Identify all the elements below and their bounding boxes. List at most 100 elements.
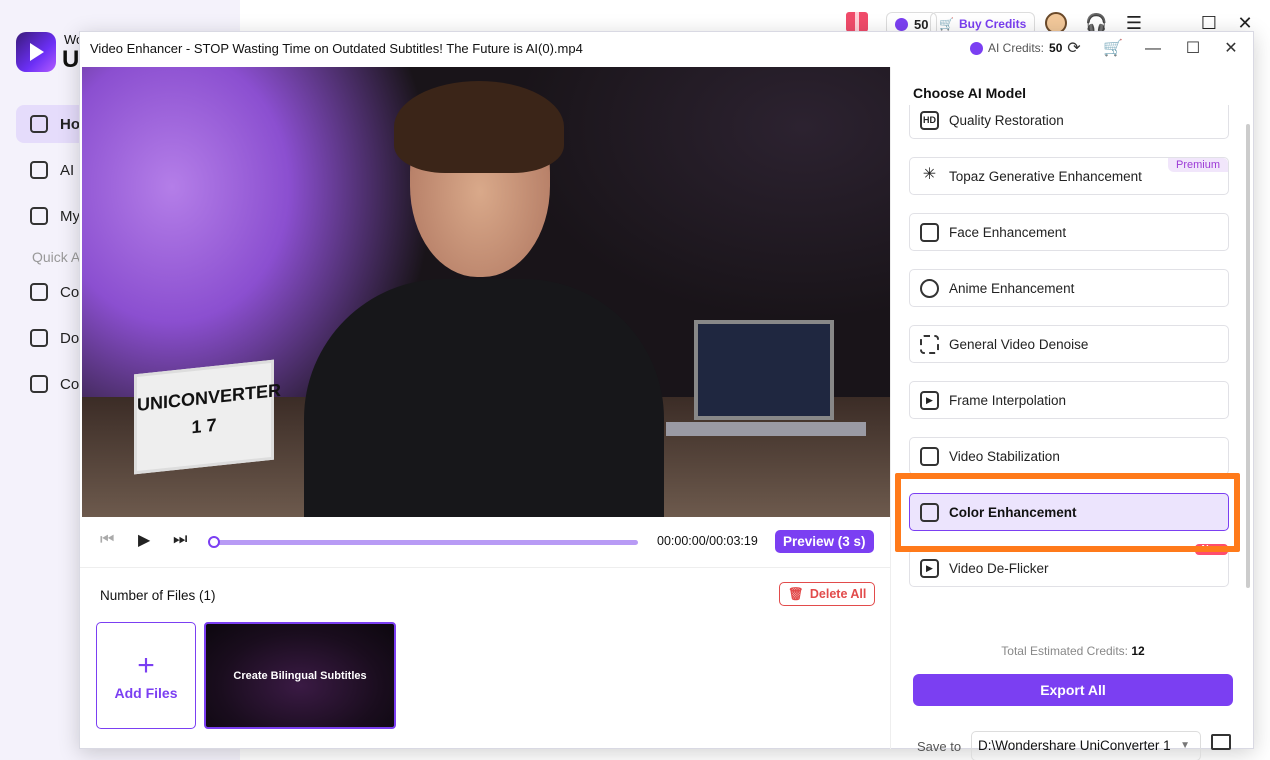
model-anime-enhancement[interactable]: Anime Enhancement <box>909 269 1229 307</box>
model-video-stabilization[interactable]: Video Stabilization <box>909 437 1229 475</box>
model-list: HD Quality Restoration ✳ Topaz Generativ… <box>909 105 1229 587</box>
progress-handle[interactable] <box>208 536 220 548</box>
sparkle-icon: ✳ <box>922 165 937 183</box>
add-files-button[interactable]: + Add Files <box>96 622 196 729</box>
sidebar-item-label: My <box>60 207 80 225</box>
export-all-button[interactable]: Export All <box>913 674 1233 706</box>
minimize-icon[interactable]: — <box>1142 38 1164 60</box>
hd-icon: HD <box>920 110 939 130</box>
estimated-credits: Total Estimated Credits: 12 <box>891 644 1255 658</box>
thumbnail-caption: Create Bilingual Subtitles <box>233 669 367 682</box>
timecode: 00:00:00/00:03:19 <box>657 534 758 548</box>
trash-icon: 🗑 <box>788 586 804 601</box>
sidebar-item-label: Co <box>60 283 80 301</box>
sidebar-item-label: Ho <box>60 115 80 133</box>
ai-credits: AI Credits: 50 <box>970 41 1062 55</box>
sidebar-item-ai-tools[interactable]: AI <box>16 151 80 189</box>
model-label: Topaz Generative Enhancement <box>949 168 1142 184</box>
model-label: Color Enhancement <box>949 504 1077 520</box>
video-enhancer-dialog: Video Enhancer - STOP Wasting Time on Ou… <box>79 31 1255 760</box>
new-badge: New <box>1195 544 1228 555</box>
estimated-credits-value: 12 <box>1131 644 1145 658</box>
add-files-label: Add Files <box>114 684 178 701</box>
ai-model-panel: Choose AI Model HD Quality Restoration ✳… <box>890 67 1255 760</box>
model-color-enhancement[interactable]: Color Enhancement <box>909 493 1229 531</box>
credit-coin-icon <box>970 41 983 55</box>
cart-icon[interactable]: 🛒 <box>1102 38 1124 60</box>
model-label: Video Stabilization <box>949 448 1060 464</box>
file-thumbnail[interactable]: Create Bilingual Subtitles <box>204 622 396 729</box>
refresh-icon[interactable]: ⟳ <box>1063 38 1085 60</box>
sidebar-item-label: AI <box>60 161 75 179</box>
video-preview[interactable]: UNICONVERTER 1 7 <box>82 67 890 517</box>
credit-coin-icon <box>895 17 908 31</box>
folder-icon[interactable] <box>1211 734 1231 750</box>
sidebar-item-converter[interactable]: Co <box>16 273 80 311</box>
buy-credits-label: Buy Credits <box>958 17 1027 31</box>
model-general-video-denoise[interactable]: General Video Denoise <box>909 325 1229 363</box>
plus-icon: + <box>137 648 155 682</box>
color-enhancement-icon <box>920 502 939 522</box>
model-label: Face Enhancement <box>949 224 1067 240</box>
cart-icon: 🛒 <box>939 17 954 31</box>
sidebar-item-label: Co <box>60 375 80 393</box>
model-face-enhancement[interactable]: Face Enhancement <box>909 213 1229 251</box>
model-frame-interpolation[interactable]: ▶ Frame Interpolation <box>909 381 1229 419</box>
model-video-de-flicker[interactable]: ▶ Video De-Flicker New <box>909 544 1229 587</box>
model-label: Quality Restoration <box>949 112 1064 128</box>
delete-all-label: Delete All <box>809 587 867 601</box>
model-label: Anime Enhancement <box>949 280 1075 296</box>
play-icon[interactable]: ▶ <box>138 530 150 550</box>
stabilization-icon <box>920 446 939 466</box>
video-person-body <box>304 279 664 517</box>
ai-credits-label: AI Credits: <box>988 41 1045 55</box>
maximize-icon[interactable]: ☐ <box>1182 38 1204 60</box>
files-area: Number of Files (1) 🗑 Delete All + Add F… <box>80 567 890 749</box>
chevron-down-icon: ▼ <box>1180 740 1190 751</box>
model-label: Video De-Flicker <box>949 560 1049 576</box>
dialog-title: Video Enhancer - STOP Wasting Time on Ou… <box>90 41 583 56</box>
face-scan-icon <box>920 222 939 242</box>
denoise-icon <box>920 334 939 354</box>
brand-text-line2: U <box>62 46 80 73</box>
save-to-label: Save to <box>917 739 962 754</box>
model-quality-restoration[interactable]: HD Quality Restoration <box>909 105 1229 139</box>
panel-title: Choose AI Model <box>913 85 1027 101</box>
app-logo <box>16 32 56 72</box>
premium-badge: Premium <box>1167 158 1228 172</box>
downloader-icon <box>30 329 48 347</box>
save-path-value: D:\Wondershare UniConverter 1 <box>978 738 1171 753</box>
quick-access-heading: Quick A <box>32 249 81 265</box>
model-label: General Video Denoise <box>949 336 1089 352</box>
credits-count: 50 <box>914 16 929 32</box>
video-person-hair <box>394 81 564 173</box>
progress-track[interactable] <box>210 540 638 545</box>
anime-icon <box>920 278 939 298</box>
sidebar-item-my-files[interactable]: My <box>16 197 80 235</box>
model-label: Frame Interpolation <box>949 392 1067 408</box>
sidebar-item-downloader[interactable]: Do <box>16 319 80 357</box>
lightbox-sign: UNICONVERTER 1 7 <box>134 359 281 475</box>
my-files-icon <box>30 207 48 225</box>
ai-credits-value: 50 <box>1049 41 1063 55</box>
converter-icon <box>30 283 48 301</box>
deflicker-icon: ▶ <box>920 558 939 578</box>
files-count-title: Number of Files (1) <box>100 588 216 603</box>
player-controls: ⏮ ▶ ⏭ 00:00:00/00:03:19 Preview (3 s) <box>80 517 890 567</box>
previous-frame-icon[interactable]: ⏮ <box>100 531 114 549</box>
sidebar-item-compressor[interactable]: Co <box>16 365 80 403</box>
sidebar-item-home[interactable]: Ho <box>16 105 80 143</box>
next-frame-icon[interactable]: ⏭ <box>173 531 187 549</box>
model-topaz-generative-enhancement[interactable]: ✳ Topaz Generative Enhancement Premium <box>909 157 1229 195</box>
gift-icon[interactable] <box>846 12 868 32</box>
model-list-scrollbar[interactable] <box>1246 124 1250 588</box>
close-icon[interactable]: ✕ <box>1220 38 1242 60</box>
frame-interpolation-icon: ▶ <box>920 390 939 410</box>
home-icon <box>30 115 48 133</box>
estimated-credits-label: Total Estimated Credits: <box>1001 644 1128 658</box>
delete-all-button[interactable]: 🗑 Delete All <box>779 582 876 606</box>
preview-button[interactable]: Preview (3 s) <box>775 530 874 553</box>
video-laptop <box>666 320 866 436</box>
save-path-select[interactable]: D:\Wondershare UniConverter 1 ▼ <box>971 731 1201 760</box>
sidebar-item-label: Do <box>60 329 80 347</box>
